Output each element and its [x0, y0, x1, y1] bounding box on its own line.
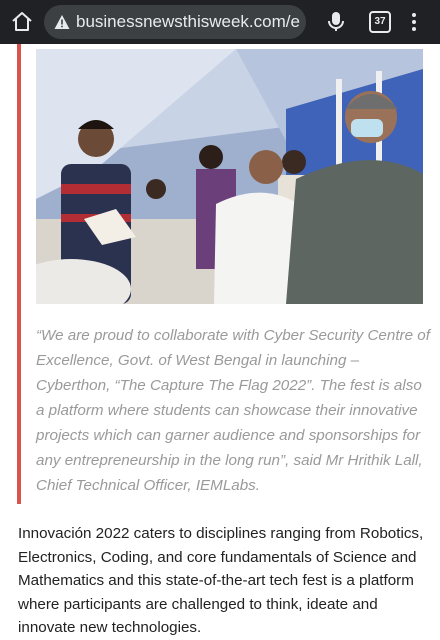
article-paragraph: Innovación 2022 caters to disciplines ra…	[18, 525, 424, 636]
mic-icon[interactable]	[326, 10, 346, 34]
browser-toolbar: businessnewsthisweek.com/e 37	[0, 0, 440, 44]
not-secure-warning-icon[interactable]	[54, 14, 70, 30]
blockquote-accent-bar	[17, 44, 21, 504]
tab-switcher-button[interactable]: 37	[369, 11, 391, 33]
tab-count: 37	[374, 16, 386, 27]
address-bar[interactable]: businessnewsthisweek.com/e	[44, 5, 306, 39]
overflow-menu-icon[interactable]	[408, 11, 420, 33]
home-icon[interactable]	[10, 10, 34, 34]
url-text[interactable]: businessnewsthisweek.com/e	[76, 12, 304, 32]
article-quote: “We are proud to collaborate with Cyber …	[36, 327, 430, 494]
event-photo	[36, 49, 423, 304]
